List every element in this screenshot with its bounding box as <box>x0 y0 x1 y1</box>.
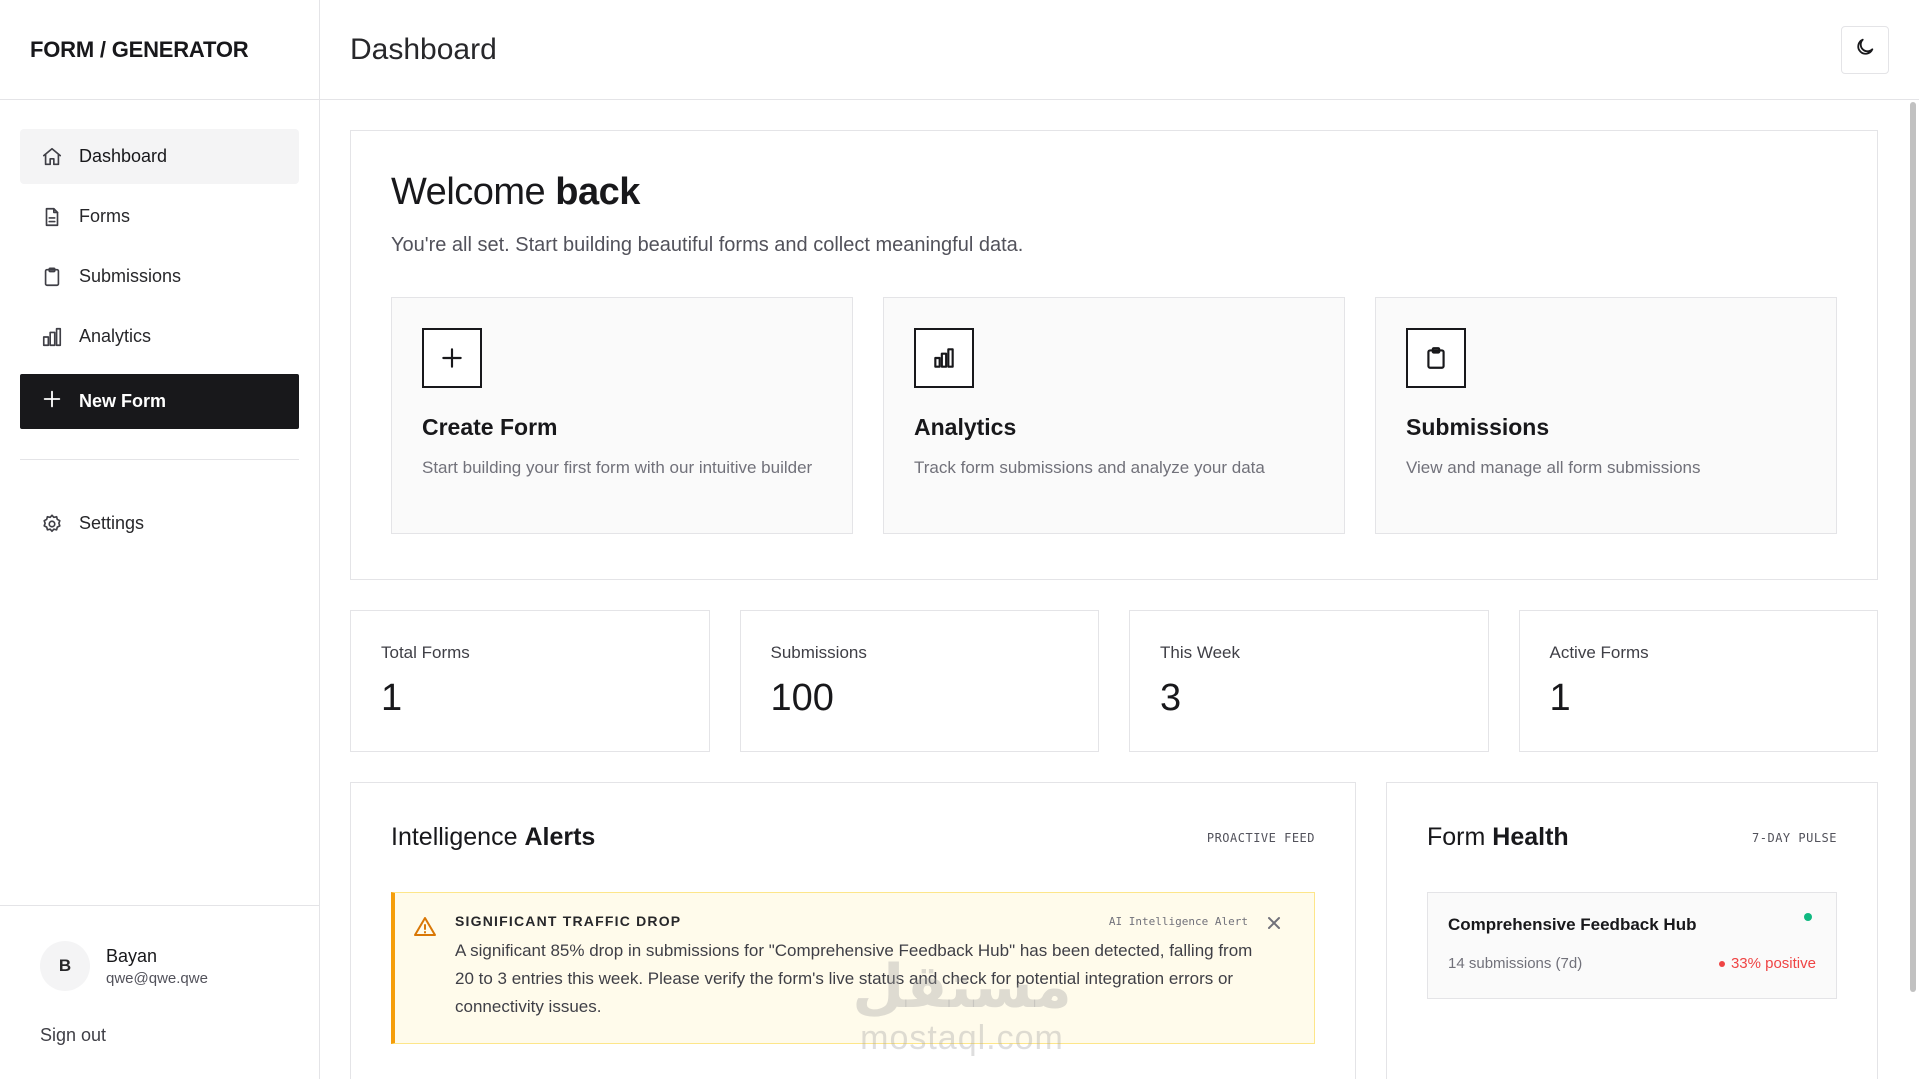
sidebar-item-label: Submissions <box>79 266 182 286</box>
dashboard-content: Welcome back You're all set. Start build… <box>350 130 1878 1079</box>
quick-action-cards: Create Form Start building your first fo… <box>391 297 1837 534</box>
plus-icon <box>41 388 63 415</box>
sidebar-item-settings[interactable]: Settings <box>20 496 299 551</box>
new-form-button[interactable]: New Form <box>20 374 299 429</box>
user-row[interactable]: B Bayan qwe@qwe.qwe <box>40 941 299 991</box>
sign-out-link[interactable]: Sign out <box>40 1025 299 1046</box>
sidebar: FORM / GENERATOR Dashboard Forms Submiss… <box>0 0 320 1079</box>
gear-icon <box>41 513 63 535</box>
brand-logo[interactable]: FORM / GENERATOR <box>0 0 319 100</box>
analytics-card[interactable]: Analytics Track form submissions and ana… <box>883 297 1345 534</box>
form-submissions-count: 14 submissions (7d) <box>1448 955 1583 972</box>
card-title: Analytics <box>914 414 1017 440</box>
alert-item: SIGNIFICANT TRAFFIC DROP AI Intelligence… <box>391 892 1315 1044</box>
warning-triangle-icon <box>413 915 437 939</box>
section-title: Form Health <box>1427 823 1569 851</box>
avatar: B <box>40 941 90 991</box>
bar-chart-icon <box>914 328 974 388</box>
stat-label: Active Forms <box>1549 643 1649 662</box>
intelligence-alerts-panel: Intelligence Alerts PROACTIVE FEED SIGNI… <box>350 782 1356 1079</box>
scroll-thumb[interactable] <box>1910 102 1916 992</box>
stat-active-forms: Active Forms 1 <box>1518 610 1878 752</box>
stat-value: 1 <box>381 677 403 719</box>
alert-source: AI Intelligence Alert <box>1108 915 1248 928</box>
card-title: Submissions <box>1406 414 1550 440</box>
card-description: Start building your first form with our … <box>422 458 813 477</box>
stats-row: Total Forms 1 Submissions 100 This Week … <box>350 610 1878 752</box>
sidebar-nav: Dashboard Forms Submissions Analytics Ne… <box>0 100 319 556</box>
bottom-row: Intelligence Alerts PROACTIVE FEED SIGNI… <box>350 782 1878 1079</box>
welcome-heading: Welcome back <box>391 171 640 213</box>
file-text-icon <box>41 206 63 228</box>
section-tag: 7-DAY PULSE <box>1752 830 1837 845</box>
user-name: Bayan <box>106 945 158 966</box>
card-description: View and manage all form submissions <box>1406 458 1701 477</box>
form-name: Comprehensive Feedback Hub <box>1448 915 1697 934</box>
sentiment-dot-icon <box>1718 960 1725 967</box>
new-form-label: New Form <box>79 391 167 411</box>
stat-label: Submissions <box>770 643 867 662</box>
create-form-card[interactable]: Create Form Start building your first fo… <box>391 297 853 534</box>
form-health-card[interactable]: Comprehensive Feedback Hub 14 submission… <box>1427 892 1837 999</box>
sidebar-item-dashboard[interactable]: Dashboard <box>20 129 299 184</box>
moon-icon <box>1854 36 1876 63</box>
vertical-scrollbar[interactable] <box>1909 102 1917 992</box>
sidebar-item-analytics[interactable]: Analytics <box>20 309 299 364</box>
close-icon[interactable] <box>1266 915 1282 931</box>
welcome-panel: Welcome back You're all set. Start build… <box>350 130 1878 580</box>
sidebar-item-submissions[interactable]: Submissions <box>20 249 299 304</box>
user-email: qwe@qwe.qwe <box>106 969 208 987</box>
stat-submissions: Submissions 100 <box>739 610 1099 752</box>
section-tag: PROACTIVE FEED <box>1206 830 1315 845</box>
clipboard-icon <box>41 266 63 288</box>
sidebar-item-label: Settings <box>79 513 145 533</box>
topbar: Dashboard <box>320 0 1919 100</box>
sidebar-item-label: Dashboard <box>79 146 168 166</box>
stat-value: 100 <box>770 677 834 719</box>
submissions-card[interactable]: Submissions View and manage all form sub… <box>1375 297 1837 534</box>
section-title: Intelligence Alerts <box>391 823 596 851</box>
stat-value: 1 <box>1549 677 1571 719</box>
sidebar-item-forms[interactable]: Forms <box>20 189 299 244</box>
main-area: Dashboard Welcome back You're all set. S… <box>320 0 1919 1079</box>
stat-label: Total Forms <box>381 643 470 662</box>
home-icon <box>41 146 63 168</box>
alert-text: A significant 85% drop in submissions fo… <box>455 941 1253 1016</box>
user-profile: B Bayan qwe@qwe.qwe Sign out <box>0 905 319 1079</box>
stat-total-forms: Total Forms 1 <box>350 610 710 752</box>
plus-icon <box>422 328 482 388</box>
sidebar-item-label: Analytics <box>79 326 152 346</box>
page-title: Dashboard <box>350 32 497 66</box>
card-title: Create Form <box>422 414 558 440</box>
sidebar-item-label: Forms <box>79 206 130 226</box>
theme-toggle-button[interactable] <box>1841 25 1889 74</box>
welcome-subtitle: You're all set. Start building beautiful… <box>391 234 1024 256</box>
status-dot-icon <box>1804 913 1812 921</box>
app-root: FORM / GENERATOR Dashboard Forms Submiss… <box>0 0 1919 1079</box>
stat-label: This Week <box>1160 643 1240 662</box>
stat-value: 3 <box>1160 677 1182 719</box>
form-health-panel: Form Health 7-DAY PULSE Comprehensive Fe… <box>1386 782 1878 1079</box>
sidebar-divider <box>20 459 299 460</box>
clipboard-icon <box>1406 328 1466 388</box>
card-description: Track form submissions and analyze your … <box>914 458 1265 477</box>
sentiment-badge: 33% positive <box>1718 955 1816 972</box>
bar-chart-icon <box>41 326 63 348</box>
stat-this-week: This Week 3 <box>1129 610 1489 752</box>
